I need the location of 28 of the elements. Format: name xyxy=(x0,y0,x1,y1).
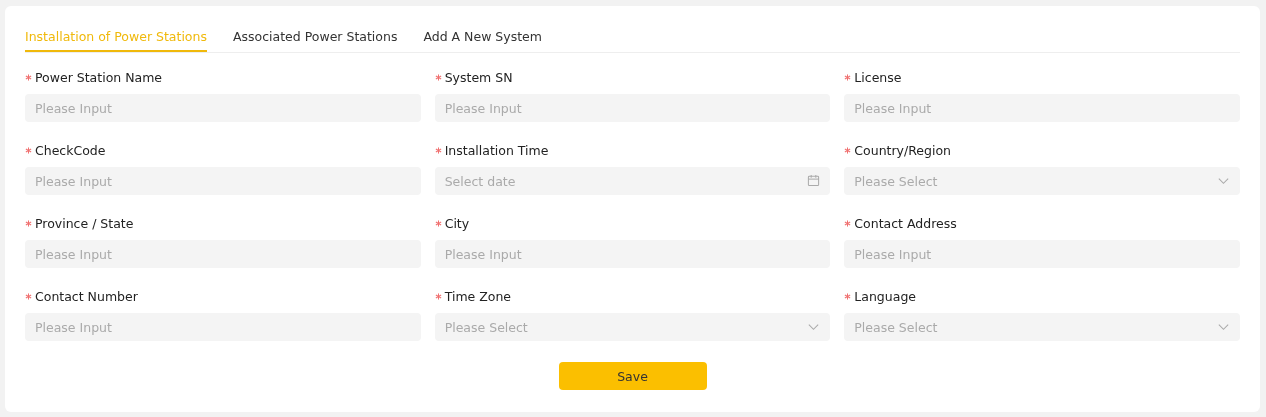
calendar-icon xyxy=(807,174,821,187)
field-label: CheckCode xyxy=(35,142,106,158)
field-label: Country/Region xyxy=(854,142,951,158)
select-field[interactable]: Please Select xyxy=(844,313,1240,341)
field-label: License xyxy=(854,69,902,85)
field-label: Power Station Name xyxy=(35,69,163,85)
select-field[interactable]: Please Select xyxy=(844,167,1240,195)
tab[interactable]: Associated Power Stations xyxy=(232,6,398,52)
save-button[interactable]: Save xyxy=(558,362,707,390)
field-label: System SN xyxy=(444,69,513,85)
input-field[interactable]: Please Input xyxy=(25,240,421,268)
input-field[interactable]: Please Input xyxy=(434,240,831,268)
field-label: City xyxy=(444,215,470,231)
tab[interactable]: Add A New System xyxy=(423,6,542,52)
field-label: Installation Time xyxy=(444,142,549,158)
field-label: Language xyxy=(854,288,917,304)
date-field[interactable]: Select date xyxy=(434,167,831,195)
input-field[interactable]: Please Input xyxy=(25,313,421,341)
input-field[interactable]: Please Input xyxy=(434,94,831,122)
field-label: Contact Address xyxy=(854,215,957,231)
input-field[interactable]: Please Input xyxy=(25,167,421,195)
input-field[interactable]: Please Input xyxy=(844,240,1240,268)
input-field[interactable]: Please Input xyxy=(844,94,1240,122)
field-label: Province / State xyxy=(35,215,134,231)
input-field[interactable]: Please Input xyxy=(25,94,421,122)
field-label: Time Zone xyxy=(444,288,512,304)
field-label: Contact Number xyxy=(35,288,138,304)
select-field[interactable]: Please Select xyxy=(434,313,831,341)
